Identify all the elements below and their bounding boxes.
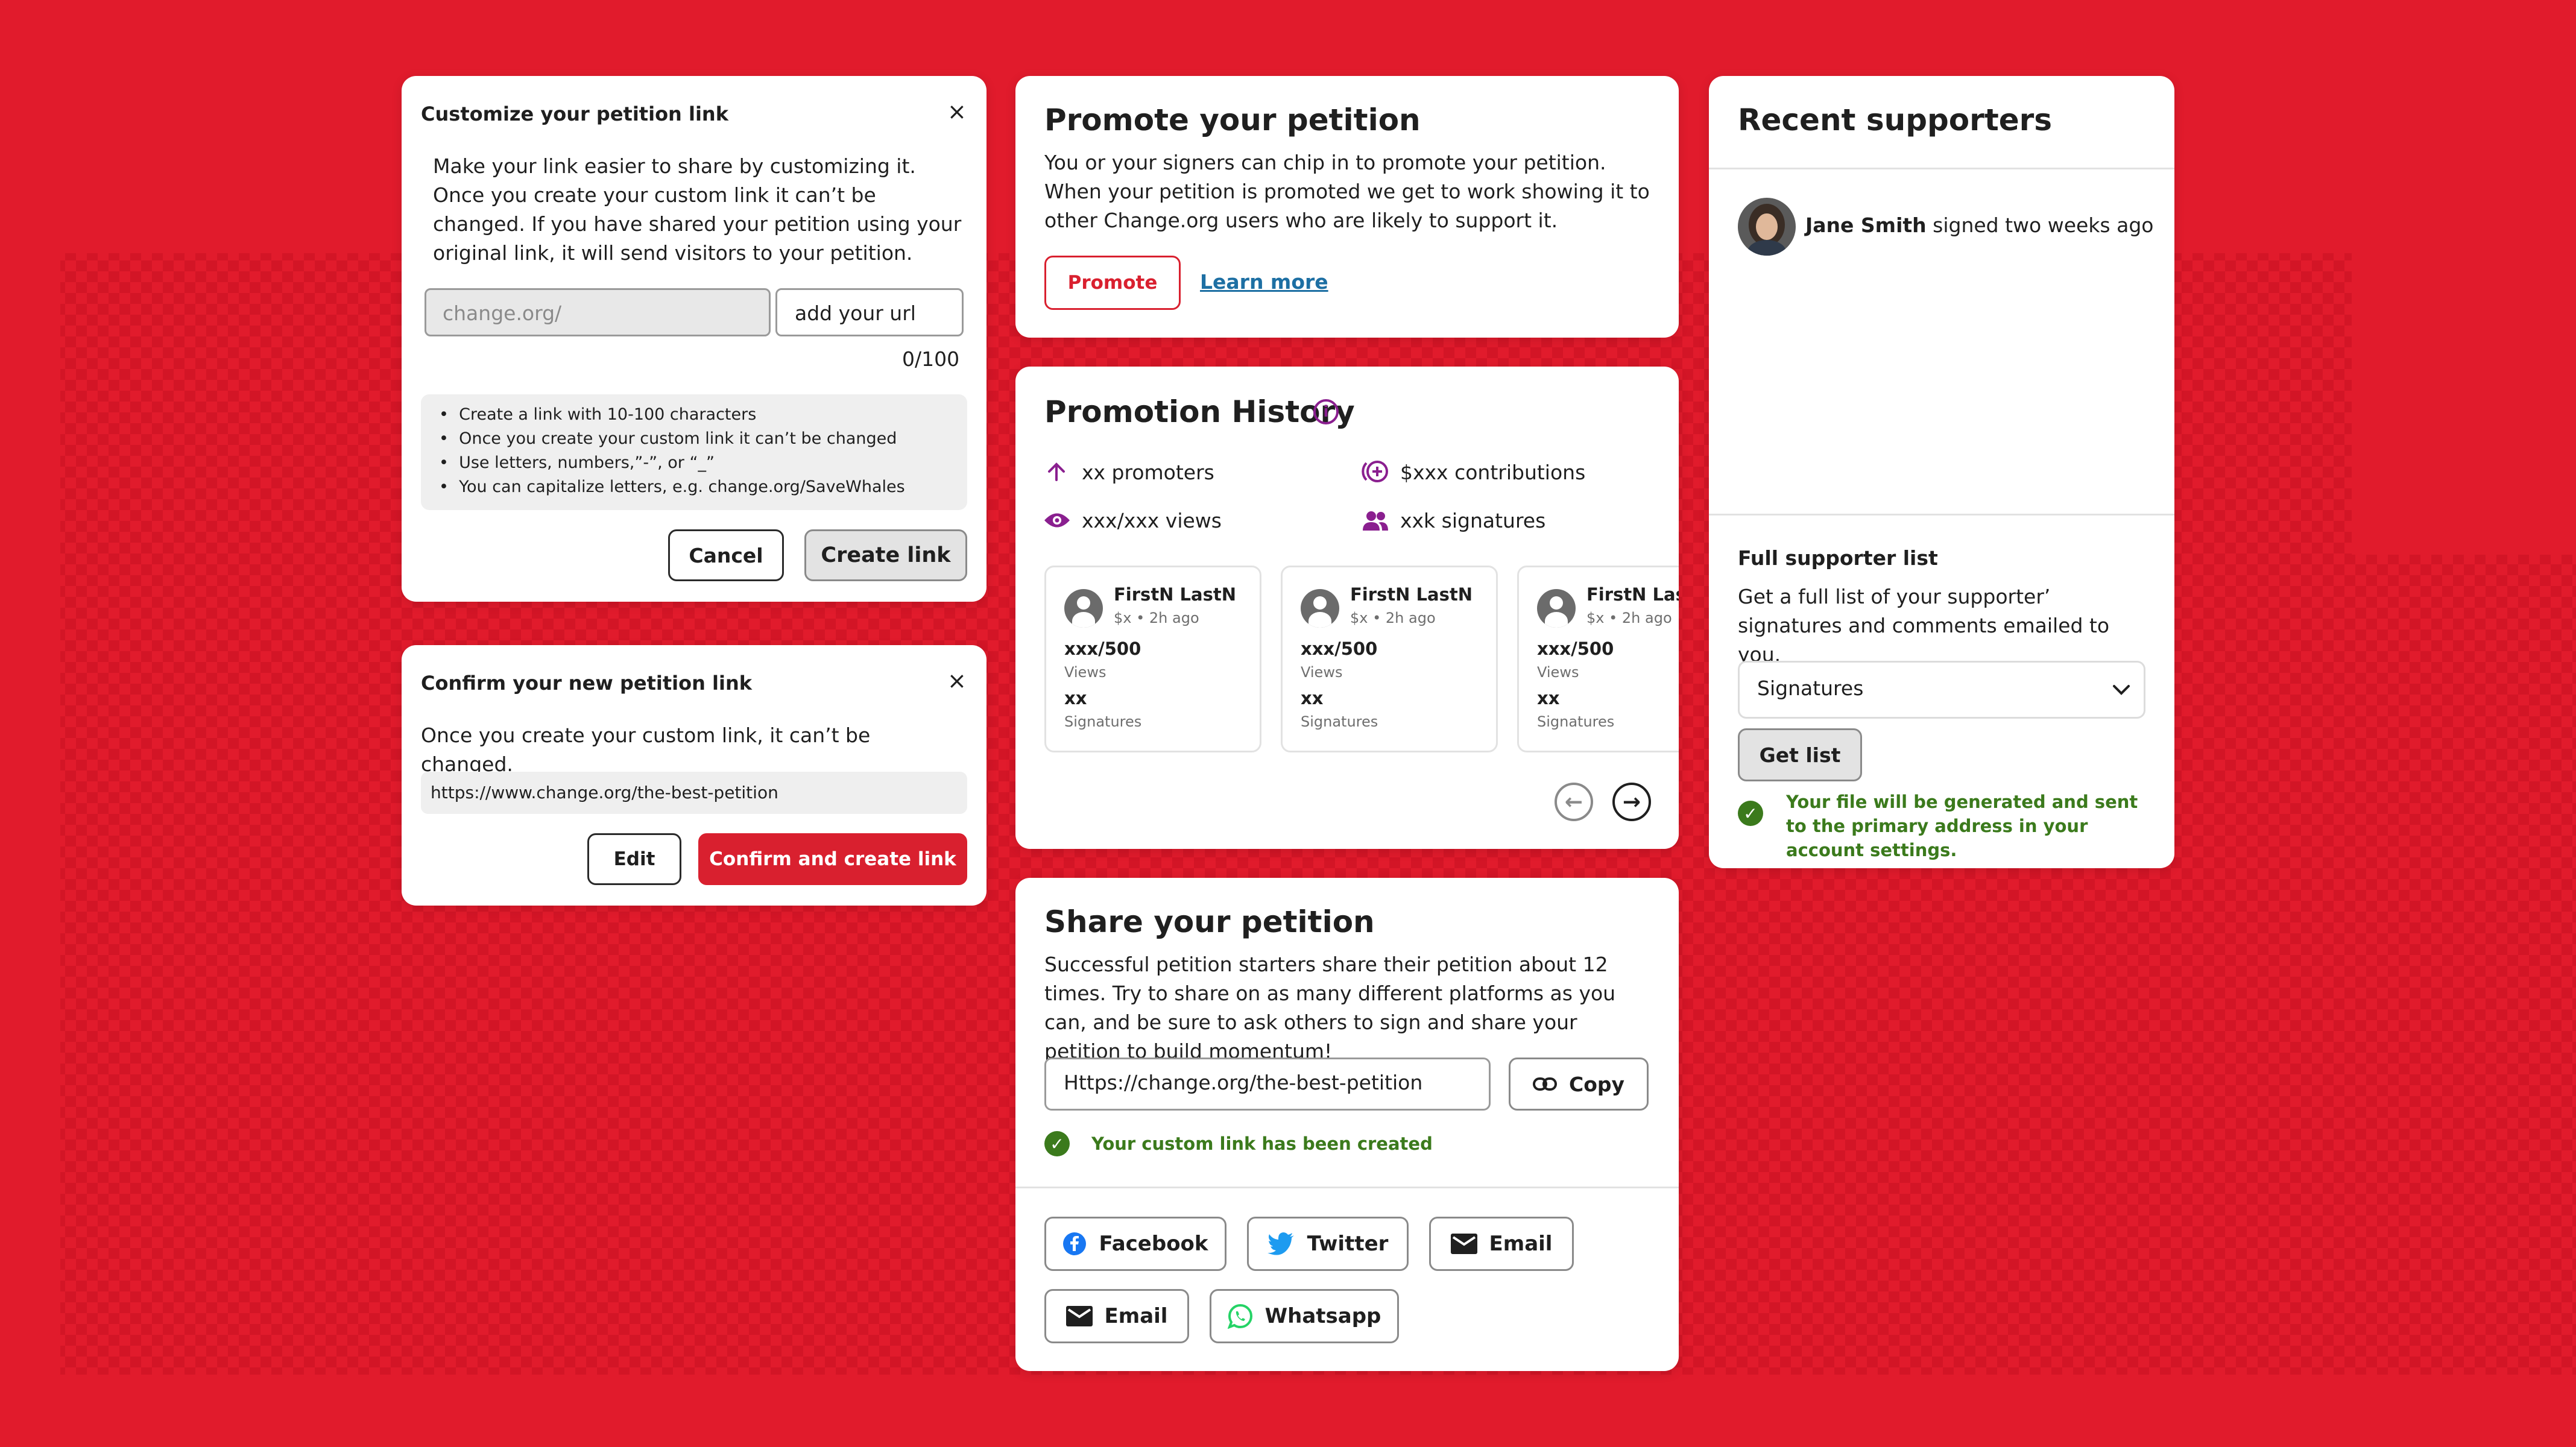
- promotion-card[interactable]: FirstN LastN $x • 2h ago xxx/500 Views x…: [1281, 566, 1498, 752]
- url-preview-text: https://www.change.org/the-best-petition: [431, 783, 778, 802]
- section-title: Recent supporters: [1738, 102, 2053, 137]
- arrow-right-circle-icon[interactable]: →: [1612, 783, 1651, 821]
- list-description: Get a full list of your supporter’ signa…: [1738, 585, 2110, 666]
- dialog-description: Make your link easier to share by custom…: [433, 154, 962, 265]
- dialog-title: Customize your petition link: [421, 102, 728, 125]
- chevron-down-icon: [2113, 685, 2130, 695]
- background-plain-right: [2352, 253, 2576, 555]
- views-value: xxx/500: [1537, 638, 1614, 659]
- cancel-button[interactable]: Cancel: [668, 529, 784, 581]
- divider: [1015, 1187, 1679, 1188]
- share-url-value: Https://change.org/the-best-petition: [1064, 1071, 1423, 1094]
- share-card: Share your petition Successful petition …: [1015, 878, 1679, 1371]
- promoter-name: FirstN LastN: [1586, 584, 1679, 605]
- dialog-description: Once you create your custom link, it can…: [421, 724, 871, 776]
- email-icon: [1065, 1306, 1093, 1326]
- edit-button[interactable]: Edit: [587, 833, 681, 885]
- views-label: Views: [1537, 664, 1579, 681]
- link-icon: [1532, 1077, 1557, 1091]
- signatures-label: Signatures: [1064, 713, 1142, 730]
- promote-description: You or your signers can chip in to promo…: [1044, 151, 1650, 232]
- email-share-button[interactable]: Email: [1429, 1217, 1574, 1271]
- supporter-entry: Jane Smith signed two weeks ago: [1805, 213, 2153, 237]
- promoter-name: FirstN LastN: [1114, 584, 1236, 605]
- divider: [1709, 168, 2174, 169]
- avatar: [1738, 198, 1796, 256]
- promote-button[interactable]: Promote: [1044, 256, 1181, 310]
- twitter-label: Twitter: [1307, 1232, 1389, 1256]
- signatures-value: xx: [1301, 688, 1324, 708]
- url-input-placeholder: add your url: [795, 301, 916, 325]
- promotion-card[interactable]: FirstN LastN $x • 2h ago xxx/500 Views x…: [1517, 566, 1679, 752]
- success-message: Your custom link has been created: [1091, 1133, 1433, 1154]
- learn-more-link[interactable]: Learn more: [1200, 270, 1328, 294]
- list-title: Full supporter list: [1738, 546, 1938, 570]
- whatsapp-icon: [1227, 1304, 1252, 1329]
- rules-list: • Create a link with 10-100 characters •…: [439, 403, 958, 499]
- views-value: xxx/500: [1064, 638, 1141, 659]
- rule-item: • You can capitalize letters, e.g. chang…: [439, 478, 905, 496]
- background-plain-left: [0, 253, 60, 1447]
- views-value: xxx/500: [1301, 638, 1378, 659]
- rule-item: • Use letters, numbers,”-”, or “_”: [439, 453, 715, 472]
- signatures-label: Signatures: [1537, 713, 1615, 730]
- copy-label: Copy: [1568, 1072, 1625, 1096]
- views-label: Views: [1301, 664, 1343, 681]
- avatar: [1064, 589, 1103, 628]
- signatures-value: xx: [1537, 688, 1560, 708]
- avatar: [1537, 589, 1576, 628]
- whatsapp-share-button[interactable]: Whatsapp: [1210, 1289, 1399, 1343]
- views-label: Views: [1064, 664, 1106, 681]
- supporter-action: signed two weeks ago: [1933, 213, 2154, 237]
- create-link-button[interactable]: Create link: [804, 529, 967, 581]
- select-value: Signatures: [1757, 676, 1864, 700]
- promote-card: Promote your petition You or your signer…: [1015, 76, 1679, 338]
- rule-item: • Create a link with 10-100 characters: [439, 405, 757, 424]
- facebook-share-button[interactable]: Facebook: [1044, 1217, 1226, 1271]
- background-plain-bottom: [0, 1375, 2576, 1447]
- email-label: Email: [1104, 1304, 1168, 1328]
- avatar: [1301, 589, 1339, 628]
- promoter-meta: $x • 2h ago: [1114, 610, 1199, 626]
- section-title: Promote your petition: [1044, 102, 1421, 137]
- signatures-label: Signatures: [1301, 713, 1378, 730]
- arrow-left-circle-icon[interactable]: ←: [1555, 783, 1593, 821]
- customize-link-dialog: Customize your petition link × Make your…: [402, 76, 987, 602]
- rule-item: • Once you create your custom link it ca…: [439, 429, 897, 448]
- promotion-history-card: Promotion History i xx promoters $xxx co…: [1015, 367, 1679, 849]
- facebook-label: Facebook: [1099, 1232, 1208, 1256]
- promotion-cards-carousel: FirstN LastN $x • 2h ago xxx/500 Views x…: [1015, 367, 1679, 849]
- get-list-button[interactable]: Get list: [1738, 728, 1862, 781]
- promoter-name: FirstN LastN: [1350, 584, 1473, 605]
- success-message: Your file will be generated and sent to …: [1786, 792, 2138, 860]
- close-icon[interactable]: ×: [947, 100, 967, 123]
- email-icon: [1450, 1234, 1477, 1254]
- check-circle-icon: ✓: [1044, 1131, 1070, 1156]
- promotion-card[interactable]: FirstN LastN $x • 2h ago xxx/500 Views x…: [1044, 566, 1261, 752]
- recent-supporters-card: Recent supporters Jane Smith signed two …: [1709, 76, 2174, 868]
- whatsapp-label: Whatsapp: [1264, 1304, 1381, 1328]
- close-icon[interactable]: ×: [947, 669, 967, 692]
- divider: [1709, 514, 2174, 515]
- url-prefix-placeholder: change.org/: [443, 301, 562, 325]
- promoter-meta: $x • 2h ago: [1350, 610, 1436, 626]
- supporter-name: Jane Smith: [1805, 213, 1927, 237]
- copy-button[interactable]: Copy: [1509, 1058, 1649, 1111]
- email-label: Email: [1489, 1232, 1553, 1256]
- confirm-link-dialog: Confirm your new petition link × Once yo…: [402, 645, 987, 906]
- confirm-create-button[interactable]: Confirm and create link: [698, 833, 967, 885]
- dialog-title: Confirm your new petition link: [421, 672, 753, 695]
- share-description: Successful petition starters share their…: [1044, 953, 1616, 1063]
- twitter-share-button[interactable]: Twitter: [1247, 1217, 1409, 1271]
- section-title: Share your petition: [1044, 904, 1375, 939]
- signatures-value: xx: [1064, 688, 1087, 708]
- check-circle-icon: ✓: [1738, 801, 1763, 826]
- char-counter: 0/100: [902, 347, 960, 371]
- promoter-meta: $x • 2h ago: [1586, 610, 1672, 626]
- email-share-button-2[interactable]: Email: [1044, 1289, 1189, 1343]
- twitter-icon: [1267, 1232, 1294, 1255]
- facebook-icon: [1063, 1232, 1087, 1255]
